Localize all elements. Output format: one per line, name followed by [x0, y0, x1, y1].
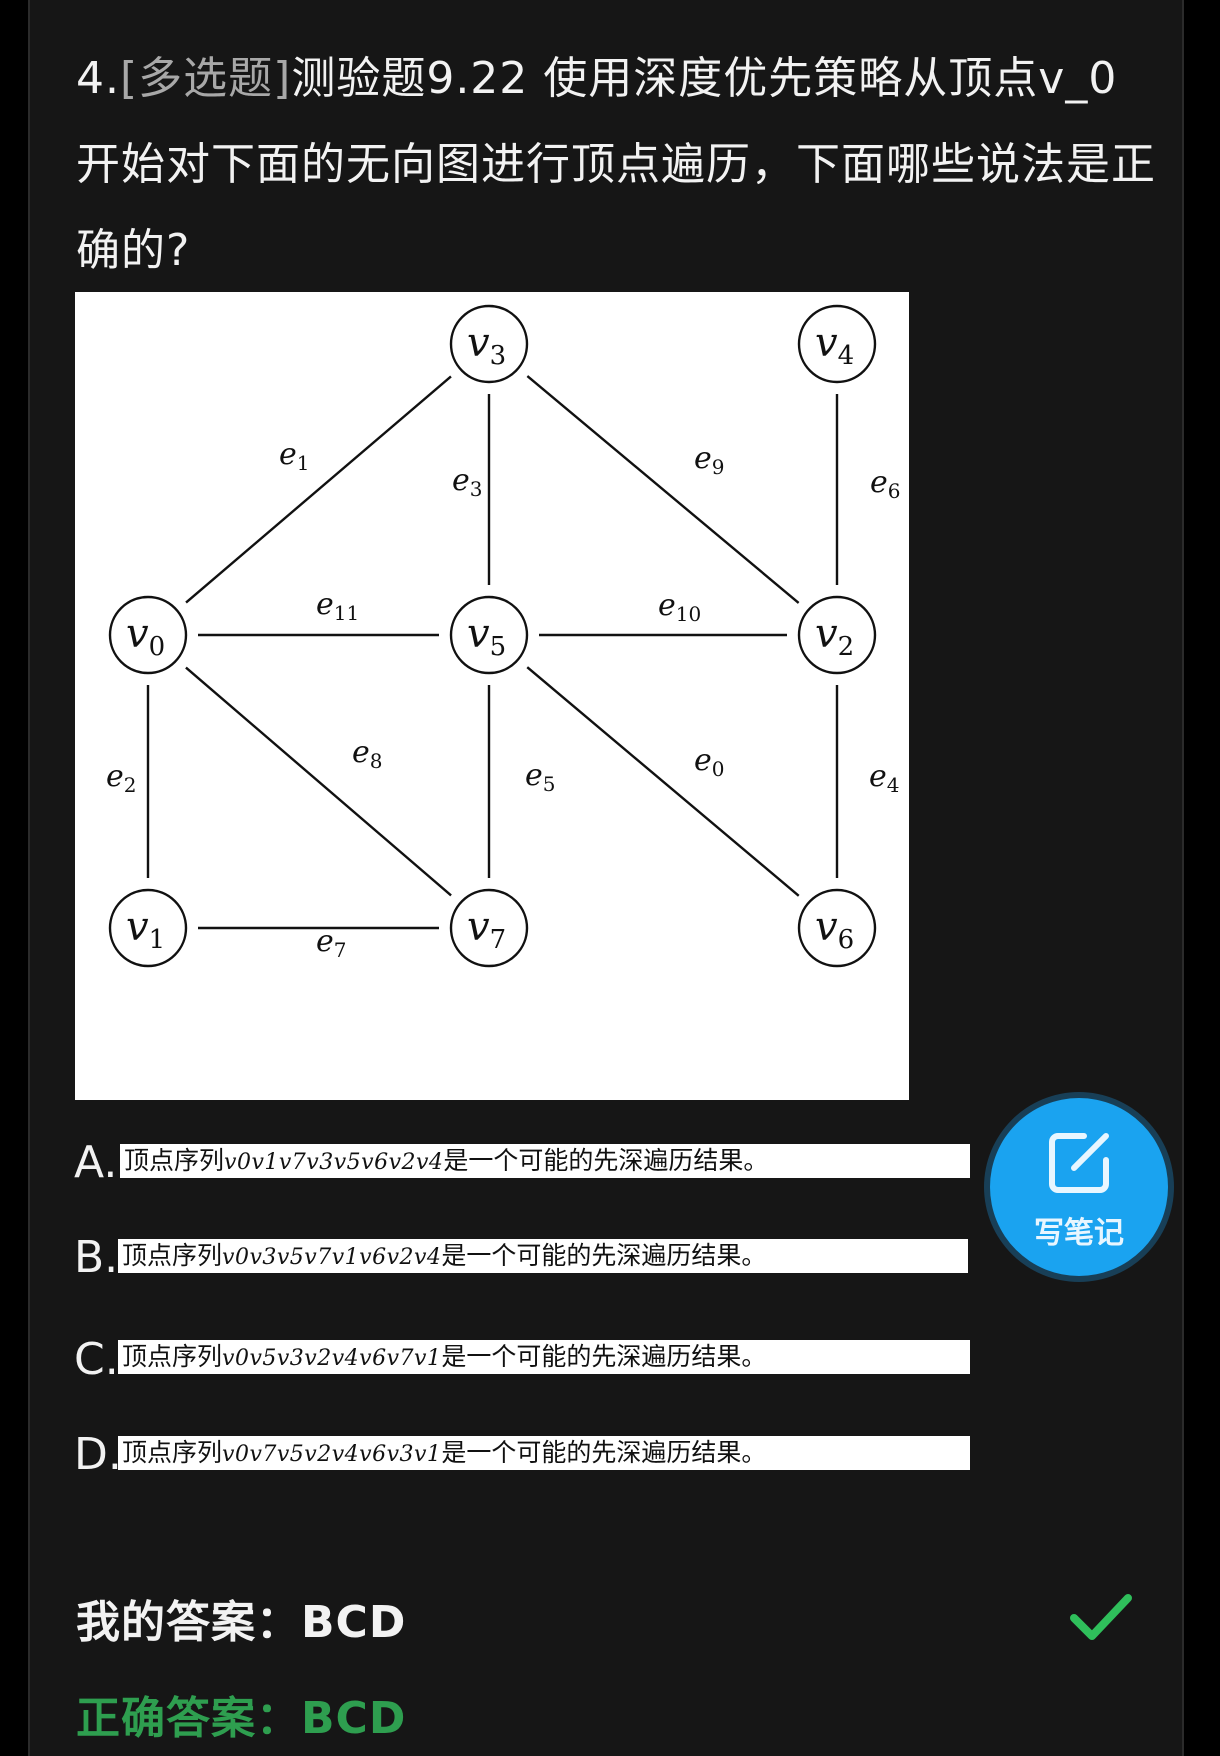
edge-label-e2: e2 — [106, 759, 137, 797]
write-note-label: 写笔记 — [1034, 1216, 1124, 1251]
option-sequence: v0v1v7v3v5v6v2v4 — [224, 1150, 444, 1175]
question-number: 4. — [76, 53, 120, 104]
edge-label-e11: e11 — [316, 587, 359, 625]
option-letter: B. — [74, 1232, 119, 1283]
option-text: 顶点序列v0v5v3v2v4v6v7v1是一个可能的先深遍历结果。 — [118, 1340, 970, 1374]
edge-e0 — [526, 666, 800, 897]
my-answer-label: 我的答案： — [76, 1597, 301, 1648]
option-letter: C. — [74, 1334, 119, 1385]
option-text: 顶点序列v0v7v5v2v4v6v3v1是一个可能的先深遍历结果。 — [118, 1436, 970, 1470]
edge-e9 — [526, 375, 800, 604]
edge-label-e5: e5 — [525, 758, 556, 796]
option-sequence: v0v7v5v2v4v6v3v1 — [222, 1442, 442, 1467]
option-text: 顶点序列v0v1v7v3v5v6v2v4是一个可能的先深遍历结果。 — [120, 1144, 970, 1178]
edge-label-e10: e10 — [658, 588, 701, 626]
option-sequence: v0v3v5v7v1v6v2v4 — [222, 1245, 442, 1270]
edge-label-e9: e9 — [694, 441, 725, 479]
correct-answer-label: 正确答案： — [76, 1693, 301, 1744]
question-type: [多选题] — [119, 53, 292, 104]
graph-diagram: e0e1e2e3e4e5e6e7e8e9e10e11v0v1v2v3 v4v5v6… — [106, 304, 901, 968]
option-letter: D. — [74, 1429, 122, 1480]
checkmark-icon — [1070, 1594, 1132, 1640]
option-sequence: v0v5v3v2v4v6v7v1 — [222, 1346, 442, 1371]
write-note-button[interactable]: 写笔记 — [990, 1098, 1168, 1276]
my-answer-value: BCD — [301, 1597, 407, 1648]
correct-answer: 正确答案：BCD — [76, 1682, 406, 1746]
edge-label-e6: e6 — [870, 465, 901, 503]
edge-label-e3: e3 — [452, 463, 483, 501]
my-answer: 我的答案：BCD — [76, 1586, 406, 1650]
edge-label-e1: e1 — [279, 437, 310, 475]
option-letter: A. — [74, 1137, 118, 1188]
edge-label-e7: e7 — [316, 924, 347, 962]
graph-figure: e0 e1 e2 e3 e4 e5 e6 e7 e8 e9 e10 e11 v0 v1 v2 v3 v4 v5 v6… — [75, 292, 909, 1100]
edit-note-icon — [1049, 1133, 1109, 1193]
edge-label-e8: e8 — [352, 735, 383, 773]
correct-answer-value: BCD — [301, 1693, 407, 1744]
question-text: 4.[多选题]测验题9.22 使用深度优先策略从顶点v_0开始对下面的无向图进行… — [76, 36, 1156, 294]
option-text: 顶点序列v0v3v5v7v1v6v2v4是一个可能的先深遍历结果。 — [118, 1239, 968, 1273]
edge-label-e0: e0 — [694, 743, 725, 781]
edge-e1 — [185, 375, 452, 604]
edge-label-e4: e4 — [869, 759, 900, 797]
edge-e8 — [185, 666, 452, 897]
